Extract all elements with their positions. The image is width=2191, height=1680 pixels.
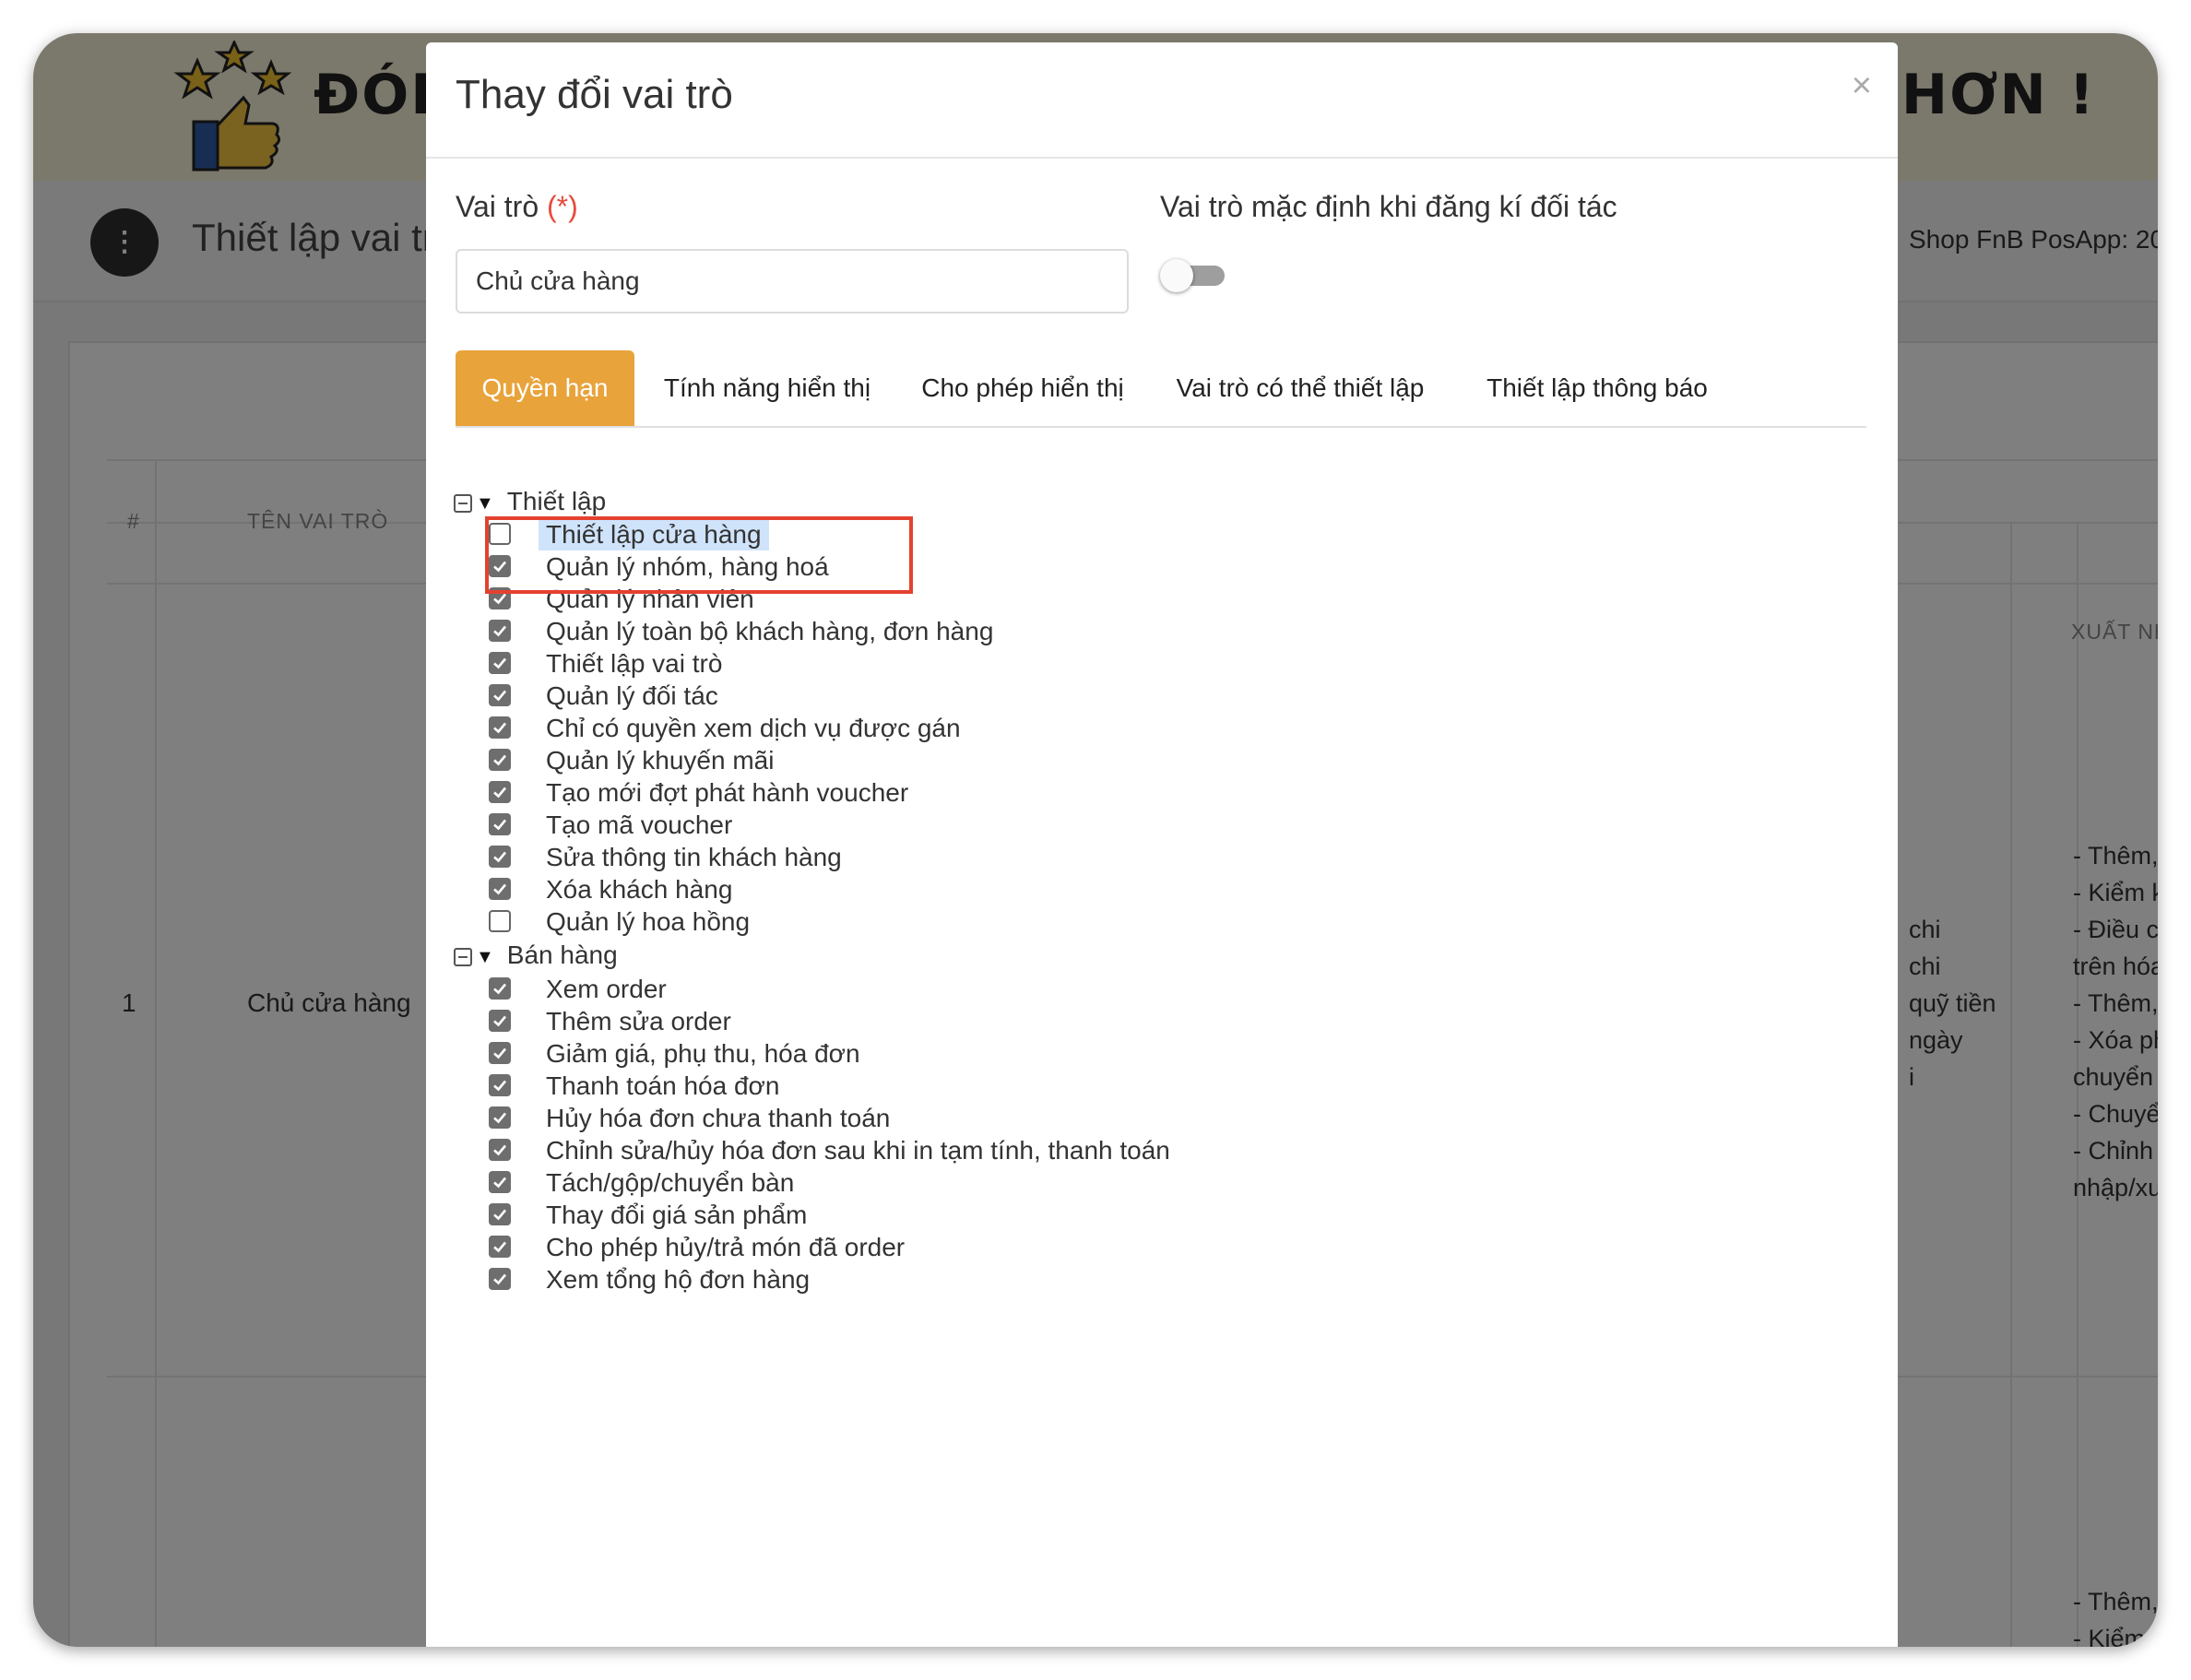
group-label: Thiết lập	[506, 487, 607, 515]
permission-label: Chỉ có quyền xem dịch vụ được gán	[546, 714, 961, 742]
required-mark: (*)	[547, 190, 578, 223]
group-settings[interactable]: ▼ Thiết lập	[454, 485, 606, 518]
permission-label: Thêm sửa order	[546, 1007, 731, 1035]
permission-label: Xem tổng hộ đơn hàng	[546, 1265, 811, 1294]
close-icon[interactable]: ×	[1852, 66, 1872, 106]
permission-label: Quản lý hoa hồng	[546, 907, 751, 936]
group-label: Bán hàng	[506, 941, 618, 969]
tab-notification-settings[interactable]: Thiết lập thông báo	[1474, 350, 1721, 426]
checkbox[interactable]	[489, 1106, 511, 1129]
checkbox[interactable]	[489, 749, 511, 771]
collapse-icon[interactable]	[454, 493, 472, 513]
screenshot-frame: ĐÓI T HƠN ! ⋮ Thiết lập vai trò Shop FnB…	[33, 33, 2158, 1647]
collapse-icon[interactable]	[454, 947, 472, 966]
checkbox[interactable]	[489, 684, 511, 706]
checkbox[interactable]	[489, 620, 511, 642]
checkbox[interactable]	[489, 1042, 511, 1064]
checkbox[interactable]	[489, 1171, 511, 1193]
checkbox[interactable]	[489, 813, 511, 835]
modal-header: Thay đổi vai trò ×	[426, 42, 1898, 159]
permission-label: Cho phép hủy/trả món đã order	[546, 1233, 906, 1261]
checkbox[interactable]	[489, 910, 511, 932]
tab-allowed-display[interactable]: Cho phép hiển thị	[917, 350, 1129, 426]
group-sales[interactable]: ▼ Bán hàng	[454, 939, 618, 972]
tab-display-features[interactable]: Tính năng hiển thị	[657, 350, 878, 426]
permission-label: Tạo mới đợt phát hành voucher	[546, 778, 909, 807]
role-name-input[interactable]	[456, 249, 1129, 314]
permission-label: Quản lý toàn bộ khách hàng, đơn hàng	[546, 617, 994, 645]
permission-label: Sửa thông tin khách hàng	[546, 843, 842, 871]
default-role-toggle[interactable]	[1160, 259, 1225, 292]
role-tabs: Quyền hạn Tính năng hiển thị Cho phép hi…	[456, 350, 1866, 428]
checkbox[interactable]	[489, 1268, 511, 1290]
checkbox[interactable]	[489, 781, 511, 803]
permission-label: Chỉnh sửa/hủy hóa đơn sau khi in tạm tín…	[546, 1136, 1170, 1165]
tab-configurable-roles[interactable]: Vai trò có thể thiết lập	[1166, 350, 1435, 426]
annotation-highlight-box	[485, 516, 913, 594]
role-label-text: Vai trò	[456, 190, 539, 223]
checkbox[interactable]	[489, 846, 511, 868]
tab-permissions[interactable]: Quyền hạn	[456, 350, 634, 426]
caret-down-icon: ▼	[476, 946, 494, 967]
checkbox[interactable]	[489, 1010, 511, 1032]
checkbox[interactable]	[489, 878, 511, 900]
checkbox[interactable]	[489, 716, 511, 739]
permission-label: Thay đổi giá sản phẩm	[546, 1201, 808, 1229]
permission-label: Hủy hóa đơn chưa thanh toán	[546, 1104, 891, 1132]
permission-label: Quản lý khuyến mãi	[546, 746, 775, 775]
permission-label: Thiết lập vai trò	[546, 649, 723, 678]
default-role-label: Vai trò mặc định khi đăng kí đối tác	[1160, 190, 1617, 223]
checkbox[interactable]	[489, 1074, 511, 1096]
checkbox[interactable]	[489, 977, 511, 1000]
checkbox[interactable]	[489, 1139, 511, 1161]
permission-label: Tạo mã voucher	[546, 810, 733, 839]
checkbox[interactable]	[489, 1203, 511, 1225]
checkbox[interactable]	[489, 652, 511, 674]
modal-title: Thay đổi vai trò	[456, 72, 733, 117]
permission-label: Thanh toán hóa đơn	[546, 1071, 780, 1100]
role-label: Vai trò (*)	[456, 190, 578, 224]
permission-label: Giảm giá, phụ thu, hóa đơn	[546, 1039, 860, 1068]
permission-label: Tách/gộp/chuyển bàn	[546, 1168, 795, 1197]
permission-label: Quản lý đối tác	[546, 681, 718, 710]
permission-label: Xem order	[546, 975, 667, 1003]
permission-label: Xóa khách hàng	[546, 875, 733, 904]
change-role-modal: Thay đổi vai trò × Vai trò (*) Vai trò m…	[426, 42, 1898, 1647]
toggle-knob	[1160, 259, 1193, 292]
checkbox[interactable]	[489, 1236, 511, 1258]
caret-down-icon: ▼	[476, 492, 494, 514]
